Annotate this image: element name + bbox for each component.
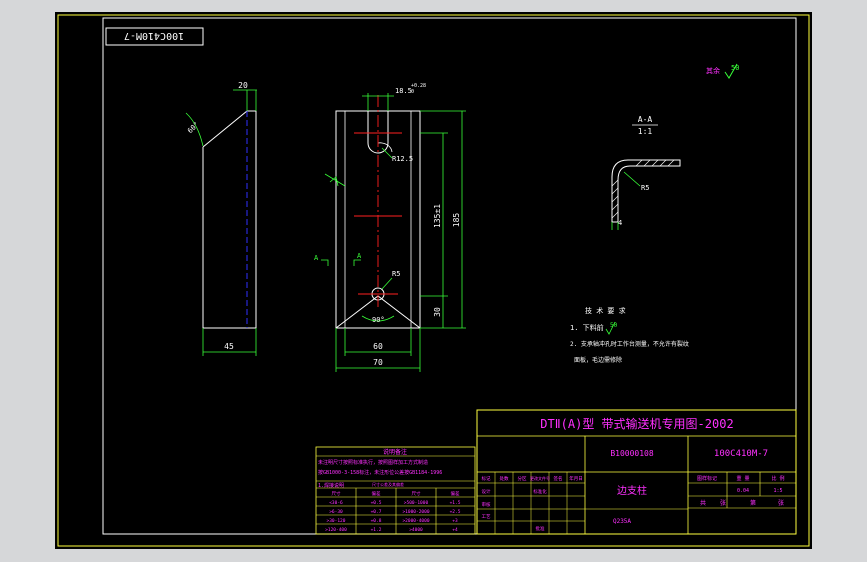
notes-cell: >30-120: [327, 518, 346, 524]
notes-cell: >120-400: [325, 527, 347, 533]
rev-header: 年月日: [569, 475, 583, 482]
notes-cell: 偏差: [372, 490, 381, 497]
notes-cell: >1000-2000: [402, 509, 429, 515]
notes-cell: +1.2: [371, 527, 382, 533]
notes-cell: +4: [452, 527, 458, 533]
notes-cell: +0.7: [371, 509, 382, 515]
notes-cell: +3: [452, 518, 458, 524]
section-label: A-A: [638, 115, 653, 124]
main-title: DTⅡ(A)型 带式输送机专用图-2002: [540, 416, 733, 431]
dim-185: 185: [452, 213, 461, 228]
weight-value: 0.04: [737, 488, 749, 494]
rev-cell: 工艺: [482, 514, 491, 520]
rev-cell: 审核: [482, 501, 491, 508]
dim-60: 60: [373, 342, 383, 351]
notes-cell: >6-30: [329, 509, 343, 515]
rev-header: 更改文件号: [530, 475, 550, 481]
weight-label: 重 量: [736, 475, 749, 482]
notes-cell: >500-1000: [404, 500, 429, 506]
rev-header: 签名: [554, 475, 563, 482]
tech-line-2: 2. 支承轴冲孔时工作台测量，不允许有裂纹: [570, 340, 689, 348]
part-name: 边支柱: [617, 484, 647, 497]
tech-line-3: 面板，毛边需修除: [574, 356, 622, 364]
dim-side-width: 20: [238, 81, 248, 90]
notes-line-1: 未注明尺寸按照标准执行，按照图样加工方式制造: [318, 459, 428, 466]
rev-cell: 批准: [536, 525, 545, 532]
dim-70: 70: [373, 358, 383, 367]
dim-30: 30: [433, 307, 442, 317]
notes-title: 说明备注: [383, 448, 407, 456]
dim-top-width: 18.5: [395, 87, 412, 95]
notes-cell: +1.5: [450, 500, 461, 506]
model-space-black: [55, 12, 812, 549]
rev-header: 处数: [500, 475, 509, 482]
notes-cell: <30-6: [329, 500, 343, 506]
roughness-value: 50: [731, 64, 739, 72]
stamp-number: 100C410M-7: [124, 30, 184, 41]
code-left: B10000108: [610, 449, 654, 458]
notes-line-3-label: 1.焊接说明: [318, 482, 344, 489]
dim-45: 45: [224, 342, 234, 351]
notes-cell: >4000: [409, 527, 423, 533]
tech-title: 技 术 要 求: [585, 306, 626, 315]
scale-label: 比 例: [771, 475, 784, 482]
notes-cell: 尺寸: [412, 490, 421, 497]
notes-cell: +2.5: [450, 509, 461, 515]
dim-r5: R5: [392, 270, 400, 278]
rev-header: 分区: [518, 475, 527, 482]
notes-cell: +0.8: [371, 518, 382, 524]
dim-top-tol-low: 0: [411, 89, 414, 95]
cad-drawing-canvas: 100C410M-7 其余 50 20 60° 45 18.5 +0.28 0 …: [0, 0, 867, 562]
sheet-no-2: 张: [778, 499, 784, 507]
notes-cell: >2000-4000: [402, 518, 429, 524]
sheet-no: 第: [750, 499, 756, 507]
section-radius: R5: [641, 184, 649, 192]
stage-label: 图样标记: [697, 475, 717, 482]
code-right: 100C410M-7: [714, 449, 768, 459]
notes-cell: 偏差: [451, 490, 460, 497]
scale-value: 1:5: [773, 488, 782, 494]
section-ratio: 1:1: [638, 127, 653, 136]
rev-cell: 标准化: [533, 488, 547, 495]
dim-135: 135±1: [433, 204, 442, 228]
notes-cell: +0.5: [371, 500, 382, 506]
roughness-label: 其余: [706, 66, 720, 75]
sheet-label: 共: [700, 499, 706, 507]
dim-r12: R12.5: [392, 155, 413, 163]
sheet-of: 张: [720, 499, 726, 507]
section-thickness: 4: [618, 219, 622, 227]
notes-cell: 尺寸: [332, 490, 341, 497]
notes-line-3-val: 尺寸公差及其偏差: [372, 481, 404, 487]
material: Q235A: [613, 518, 631, 525]
rev-cell: 设计: [482, 488, 491, 495]
notes-line-2: 按GB1000-3-158标注，未注形位公差按GB1184-1996: [318, 469, 442, 476]
tech-line-1-val: 50: [610, 322, 618, 329]
rev-header: 标记: [482, 475, 491, 482]
tech-line-1: 1. 下料前: [570, 323, 604, 332]
dim-angle-90: 90°: [372, 316, 385, 324]
